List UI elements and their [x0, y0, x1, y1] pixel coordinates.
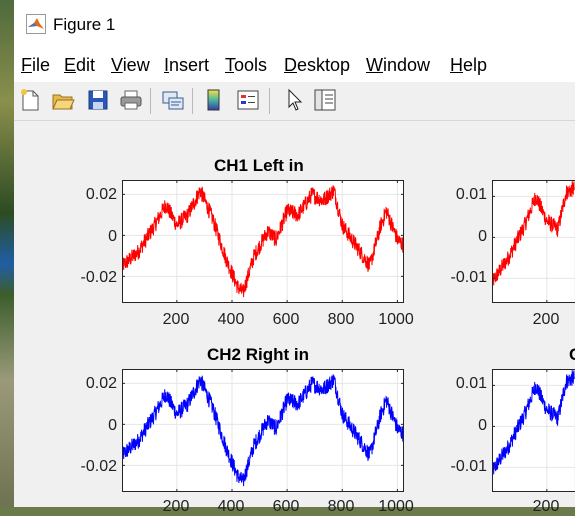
menu-bar: File Edit View Insert Tools Desktop Wind…	[14, 50, 575, 82]
y-tick-label: 0.02	[67, 186, 117, 204]
y-tick-label: -0.01	[437, 458, 487, 476]
x-tick-label: 200	[521, 498, 571, 516]
pointer-icon[interactable]	[282, 87, 306, 113]
x-tick-label: 200	[151, 311, 201, 329]
matlab-logo-icon	[26, 14, 46, 34]
insert-colorbar-icon[interactable]	[202, 87, 226, 113]
menu-window[interactable]: Window	[366, 55, 430, 76]
insert-legend-icon[interactable]	[236, 87, 260, 113]
y-tick-label: 0	[437, 228, 487, 246]
y-tick-label: 0	[67, 417, 117, 435]
figure-window: Figure 1 File Edit View Insert Tools Des…	[14, 0, 575, 507]
x-tick-label: 600	[261, 498, 311, 516]
plot-title-ch2-right: CH2 Right in	[207, 345, 309, 365]
y-tick-label: 0	[67, 228, 117, 246]
y-tick-label: 0.01	[437, 186, 487, 204]
menu-help[interactable]: Help	[450, 55, 487, 76]
x-tick-label: 1000	[371, 498, 421, 516]
x-tick-label: 200	[151, 498, 201, 516]
property-inspector-icon[interactable]	[313, 87, 337, 113]
y-tick-label: 0.02	[67, 375, 117, 393]
plot-title-ch1-left: CH1 Left in	[214, 156, 304, 176]
plot-ch1-right-partial[interactable]	[492, 180, 575, 303]
plot-title-partial: C	[569, 345, 575, 365]
x-tick-label: 1000	[371, 311, 421, 329]
x-tick-label: 400	[206, 498, 256, 516]
x-tick-label: 200	[521, 311, 571, 329]
figure-canvas: CH1 Left in 0.02 0 -0.02 200 400 600 800…	[14, 121, 575, 507]
title-bar: Figure 1	[14, 0, 575, 50]
window-title: Figure 1	[53, 15, 115, 35]
y-tick-label: 0	[437, 417, 487, 435]
x-tick-label: 800	[316, 498, 366, 516]
toolbar	[14, 82, 575, 121]
plot-ch2-right-partial[interactable]	[492, 369, 575, 492]
open-file-icon[interactable]	[51, 87, 75, 113]
link-plot-icon[interactable]	[161, 87, 185, 113]
print-icon[interactable]	[119, 87, 143, 113]
toolbar-separator	[150, 88, 151, 114]
x-tick-label: 600	[261, 311, 311, 329]
x-tick-label: 400	[206, 311, 256, 329]
toolbar-separator	[192, 88, 193, 114]
x-tick-label: 800	[316, 311, 366, 329]
toolbar-separator	[269, 88, 270, 114]
y-tick-label: -0.01	[437, 269, 487, 287]
new-figure-icon[interactable]	[18, 87, 42, 113]
plot-ch2-right[interactable]	[122, 369, 404, 492]
save-icon[interactable]	[86, 87, 110, 113]
y-tick-label: 0.01	[437, 375, 487, 393]
menu-desktop[interactable]: Desktop	[284, 55, 350, 76]
menu-insert[interactable]: Insert	[164, 55, 209, 76]
menu-edit[interactable]: Edit	[64, 55, 95, 76]
y-tick-label: -0.02	[67, 269, 117, 287]
y-tick-label: -0.02	[67, 458, 117, 476]
menu-file[interactable]: File	[21, 55, 50, 76]
menu-tools[interactable]: Tools	[225, 55, 267, 76]
desktop-background	[0, 0, 14, 507]
menu-view[interactable]: View	[111, 55, 150, 76]
plot-ch1-left[interactable]	[122, 180, 404, 303]
